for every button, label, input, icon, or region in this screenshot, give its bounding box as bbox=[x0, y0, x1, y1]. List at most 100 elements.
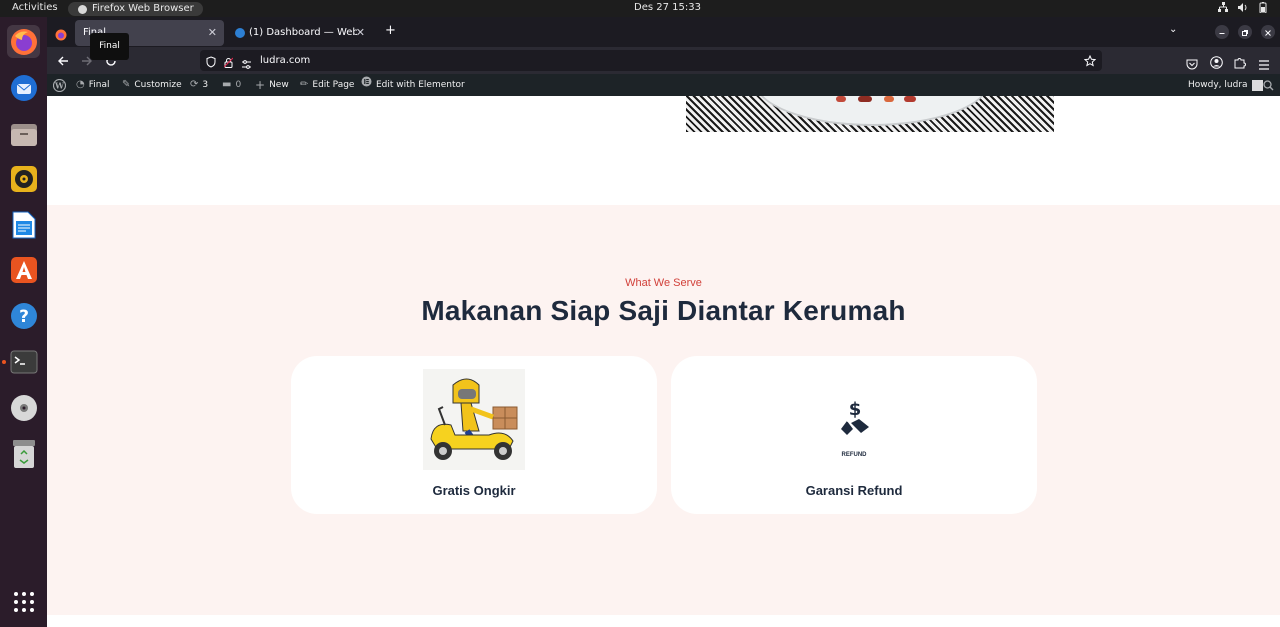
application-dock: ? bbox=[0, 17, 47, 627]
dock-app-center[interactable] bbox=[7, 253, 40, 286]
elementor-logo-icon bbox=[361, 74, 372, 96]
app-grid-icon bbox=[13, 591, 34, 612]
app-menu-button[interactable]: Firefox Web Browser bbox=[68, 2, 203, 16]
edit-elementor-label: Edit with Elementor bbox=[376, 80, 465, 90]
howdy-label: Howdy, ludra bbox=[1188, 80, 1248, 90]
app-center-icon bbox=[10, 256, 37, 283]
lock-icon[interactable] bbox=[223, 55, 234, 76]
section-kicker: What We Serve bbox=[625, 277, 702, 289]
wp-updates[interactable]: ⟳ 3 bbox=[190, 74, 208, 96]
card-title: Garansi Refund bbox=[805, 483, 903, 498]
svg-text:$: $ bbox=[849, 399, 862, 420]
list-all-tabs-icon[interactable]: ⌄ bbox=[1169, 24, 1177, 35]
new-label: New bbox=[269, 80, 289, 90]
tab-dashboard[interactable]: (1) Dashboard — Webmi ✕ bbox=[226, 20, 372, 46]
account-icon[interactable] bbox=[1210, 54, 1223, 73]
url-text: ludra.com bbox=[260, 55, 311, 66]
wordpress-logo-icon[interactable]: W bbox=[53, 74, 66, 96]
svg-text:?: ? bbox=[19, 307, 29, 327]
garnish bbox=[884, 96, 894, 102]
wordpress-admin-bar: W ◔ Final ✎ Customize ⟳ 3 ▬ 0 + New ✏ Ed… bbox=[47, 74, 1280, 96]
service-card-refund-guarantee: $ REFUND Garansi Refund bbox=[671, 356, 1037, 514]
thunderbird-icon bbox=[10, 74, 37, 101]
running-indicator bbox=[2, 360, 6, 364]
network-icon bbox=[1218, 2, 1228, 13]
garnish bbox=[858, 96, 872, 102]
garnish bbox=[836, 96, 846, 102]
menu-hamburger-icon[interactable] bbox=[1258, 55, 1270, 74]
dock-show-apps[interactable] bbox=[7, 585, 40, 618]
customize-label: Customize bbox=[134, 80, 182, 90]
close-icon[interactable]: ✕ bbox=[356, 20, 365, 46]
back-button[interactable] bbox=[56, 53, 70, 72]
firefox-view-icon[interactable] bbox=[55, 26, 67, 45]
dashboard-gauge-icon: ◔ bbox=[76, 79, 85, 90]
svg-text:W: W bbox=[54, 80, 65, 90]
close-window-button[interactable] bbox=[1261, 25, 1275, 39]
disc-icon bbox=[10, 394, 37, 421]
wp-site-name[interactable]: ◔ Final bbox=[76, 74, 109, 96]
page-viewport: What We Serve Makanan Siap Saji Diantar … bbox=[47, 96, 1280, 627]
new-tab-button[interactable]: + bbox=[385, 23, 396, 38]
pencil-icon: ✏ bbox=[300, 79, 309, 90]
rhythmbox-icon bbox=[10, 165, 37, 192]
wp-edit-page[interactable]: ✏ Edit Page bbox=[300, 74, 354, 96]
tracking-protection-shield-icon[interactable] bbox=[206, 55, 216, 76]
wp-account-menu[interactable]: Howdy, ludra bbox=[1188, 74, 1263, 96]
firefox-icon bbox=[10, 28, 37, 55]
plus-icon: + bbox=[255, 78, 266, 92]
system-top-bar: Activities Firefox Web Browser Des 27 15… bbox=[0, 0, 1280, 17]
delivery-scooter-illustration bbox=[423, 369, 525, 470]
writer-icon bbox=[12, 211, 35, 238]
card-title: Gratis Ongkir bbox=[432, 483, 516, 498]
dock-rhythmbox[interactable] bbox=[7, 162, 40, 195]
site-name-label: Final bbox=[88, 80, 110, 90]
wp-search-icon[interactable] bbox=[1263, 74, 1274, 96]
edit-page-label: Edit Page bbox=[312, 80, 355, 90]
restore-button[interactable] bbox=[1238, 25, 1252, 39]
plate bbox=[754, 96, 990, 126]
files-icon bbox=[10, 123, 37, 146]
wp-edit-elementor[interactable]: Edit with Elementor bbox=[361, 74, 465, 96]
comments-count: 0 bbox=[235, 80, 242, 90]
wp-customize[interactable]: ✎ Customize bbox=[122, 74, 182, 96]
minimize-button[interactable] bbox=[1215, 25, 1229, 39]
refund-dollar-icon: $ bbox=[837, 399, 873, 459]
clock[interactable]: Des 27 15:33 bbox=[634, 2, 701, 13]
help-icon: ? bbox=[10, 302, 37, 329]
terminal-icon bbox=[10, 350, 37, 373]
address-bar[interactable]: ludra.com bbox=[200, 50, 1102, 71]
refund-icon-caption: REFUND bbox=[841, 452, 867, 458]
dock-trash[interactable] bbox=[7, 437, 40, 470]
activities-button[interactable]: Activities bbox=[12, 2, 58, 13]
dock-files[interactable] bbox=[7, 117, 40, 150]
volume-icon bbox=[1238, 2, 1248, 13]
avatar bbox=[1251, 79, 1263, 91]
wp-new-content[interactable]: + New bbox=[255, 74, 289, 96]
wp-comments[interactable]: ▬ 0 bbox=[222, 74, 241, 96]
dock-libreoffice-writer[interactable] bbox=[7, 208, 40, 241]
firefox-icon bbox=[78, 5, 87, 14]
tab-title: (1) Dashboard — Webmi bbox=[249, 27, 357, 38]
paintbrush-icon: ✎ bbox=[122, 79, 131, 90]
garnish bbox=[904, 96, 916, 102]
dock-thunderbird[interactable] bbox=[7, 71, 40, 104]
site-favicon-icon bbox=[235, 28, 245, 38]
pocket-icon[interactable] bbox=[1186, 55, 1198, 74]
system-tray[interactable] bbox=[1218, 2, 1268, 14]
updates-refresh-icon: ⟳ bbox=[190, 79, 199, 90]
dock-help[interactable]: ? bbox=[7, 299, 40, 332]
dock-optical-disc[interactable] bbox=[7, 391, 40, 424]
trash-icon bbox=[12, 439, 35, 468]
comment-bubble-icon: ▬ bbox=[222, 79, 232, 90]
dock-firefox[interactable] bbox=[7, 25, 40, 58]
what-we-serve-section: What We Serve Makanan Siap Saji Diantar … bbox=[47, 205, 1280, 615]
close-icon[interactable]: ✕ bbox=[208, 20, 217, 46]
extensions-icon[interactable] bbox=[1234, 54, 1246, 73]
dock-terminal[interactable] bbox=[7, 345, 40, 378]
section-heading: Makanan Siap Saji Diantar Kerumah bbox=[421, 295, 906, 326]
app-menu-label: Firefox Web Browser bbox=[92, 3, 194, 14]
tab-tooltip: Final bbox=[90, 33, 129, 60]
browser-tab-strip: Final ✕ (1) Dashboard — Webmi ✕ + ⌄ bbox=[47, 17, 1280, 47]
bookmark-star-icon[interactable] bbox=[1083, 54, 1097, 75]
